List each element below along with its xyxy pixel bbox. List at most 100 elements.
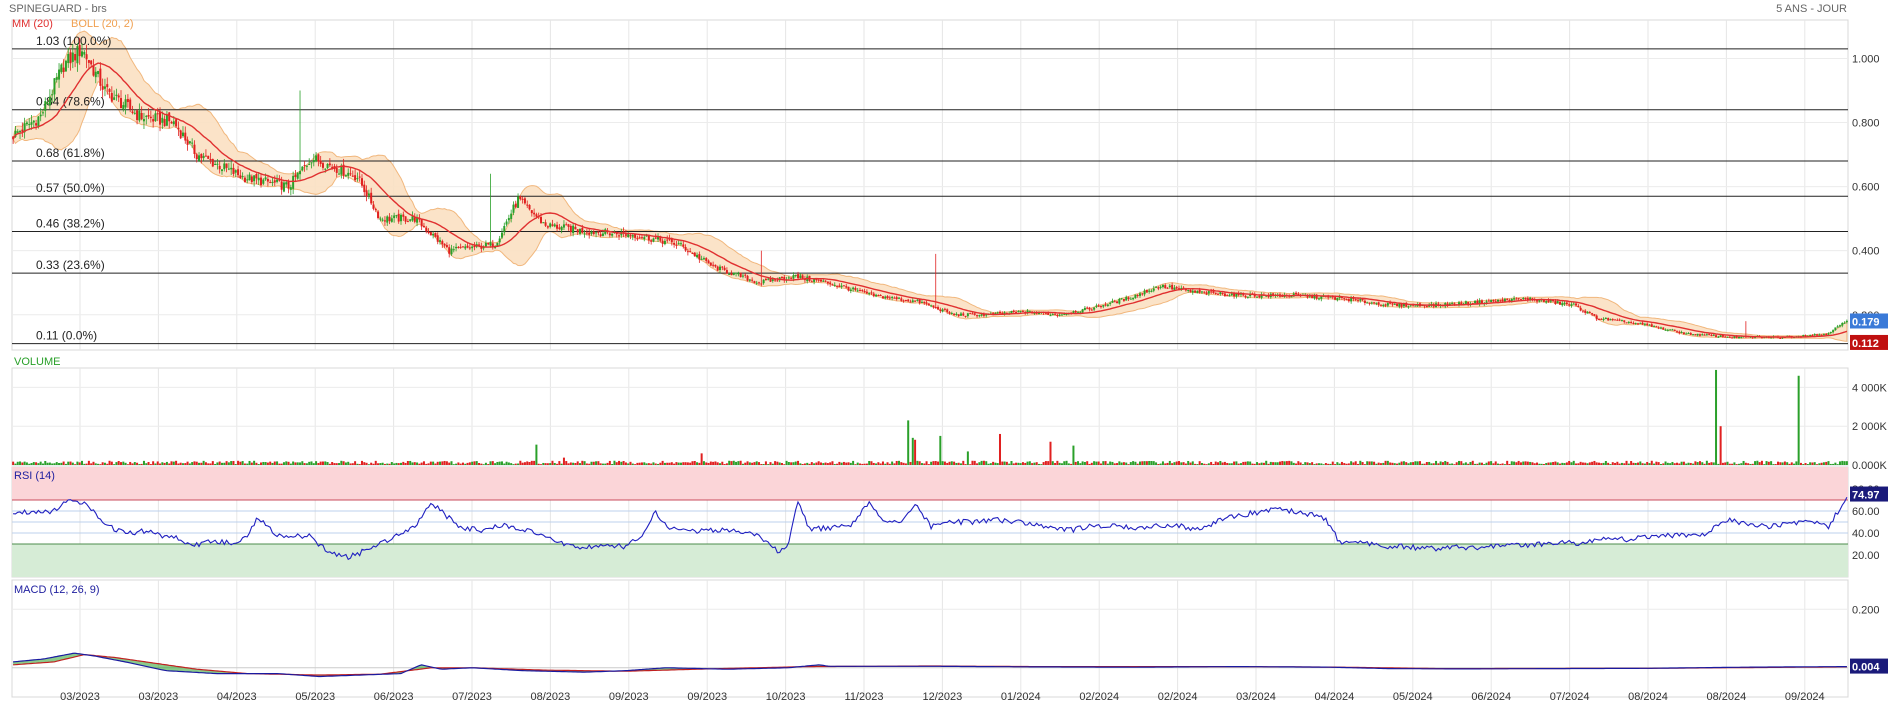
volume-bar xyxy=(1308,463,1311,465)
volume-bar xyxy=(1733,462,1736,465)
candle-body xyxy=(1196,290,1199,294)
volume-bar xyxy=(1425,462,1428,465)
volume-bar xyxy=(595,461,598,465)
volume-bar xyxy=(659,462,662,465)
candle-body xyxy=(140,112,143,120)
volume-bar xyxy=(193,461,196,465)
volume-bar xyxy=(904,463,907,465)
candle-body xyxy=(255,174,258,179)
candle-body xyxy=(611,233,614,236)
volume-bar xyxy=(257,464,260,465)
volume-bar xyxy=(1811,462,1814,465)
candle-body xyxy=(1561,303,1564,306)
volume-bar xyxy=(1233,461,1236,465)
candle-body xyxy=(1630,322,1633,324)
volume-bar xyxy=(698,462,701,465)
candle-body xyxy=(1223,293,1226,296)
candle-body xyxy=(1136,295,1139,297)
candle-body xyxy=(787,277,790,279)
volume-bar xyxy=(404,462,407,465)
volume-bar xyxy=(950,461,953,465)
candle-body xyxy=(60,64,63,73)
volume-bar xyxy=(480,463,483,465)
volume-bar xyxy=(1685,463,1688,465)
volume-bar xyxy=(1212,464,1215,465)
candle-body xyxy=(1320,296,1323,299)
volume-bar xyxy=(1643,463,1646,465)
volume-bar xyxy=(1191,461,1194,465)
candle-body xyxy=(44,101,47,111)
rsi-y-tick: 60.00 xyxy=(1852,506,1880,518)
volume-bar xyxy=(1267,463,1270,465)
x-tick-label: 05/2023 xyxy=(295,691,335,703)
volume-bar xyxy=(553,463,556,465)
volume-bar xyxy=(1653,463,1656,465)
volume-bar xyxy=(1474,463,1477,465)
candle-body xyxy=(943,308,946,310)
volume-bar xyxy=(1276,462,1279,465)
candle-body xyxy=(356,178,359,180)
volume-bar xyxy=(849,462,852,465)
candle-body xyxy=(1597,318,1600,320)
volume-bar xyxy=(966,451,969,465)
candle-body xyxy=(877,294,880,296)
volume-bar xyxy=(1526,461,1529,465)
candle-body xyxy=(868,292,871,295)
volume-bar xyxy=(1579,461,1582,465)
volume-bar xyxy=(1692,463,1695,465)
volume-bar xyxy=(1825,461,1828,465)
volume-bar xyxy=(1269,461,1272,465)
volume-bar xyxy=(569,462,572,465)
volume-bar xyxy=(725,463,728,465)
candle-body xyxy=(1375,302,1378,304)
candle-body xyxy=(188,141,191,144)
candle-body xyxy=(914,300,917,302)
volume-bar xyxy=(1487,461,1490,465)
volume-bar xyxy=(565,461,568,465)
candle-body xyxy=(790,277,793,279)
candle-body xyxy=(1836,326,1839,328)
volume-bar xyxy=(1818,463,1821,465)
volume-bar xyxy=(406,460,409,465)
volume-bar xyxy=(1786,462,1789,465)
volume-bar xyxy=(1226,462,1229,465)
volume-bar xyxy=(358,464,361,465)
volume-bar xyxy=(106,463,109,465)
volume-bar xyxy=(1368,461,1371,465)
period-label[interactable]: 5 ANS - JOUR xyxy=(1776,3,1847,15)
volume-bar xyxy=(1237,463,1240,465)
candle-body xyxy=(1173,287,1176,290)
candle-body xyxy=(1391,303,1394,305)
volume-bar xyxy=(544,463,547,465)
candle-body xyxy=(911,300,914,303)
volume-bar xyxy=(225,461,228,465)
volume-bar xyxy=(1549,462,1552,465)
volume-bar xyxy=(937,461,940,465)
candle-body xyxy=(652,238,655,242)
volume-bar xyxy=(611,464,614,465)
chart-stage: 03/2023 03/2023 04/2023 05/2023 06/2023 07/20… xyxy=(0,0,1891,705)
volume-bar xyxy=(1138,461,1141,465)
candle-body xyxy=(700,258,703,260)
volume-bar xyxy=(280,463,283,465)
candle-body xyxy=(1715,335,1718,337)
volume-bar xyxy=(783,464,786,465)
volume-bar xyxy=(271,462,274,465)
volume-bar xyxy=(1262,462,1265,465)
volume-bar xyxy=(785,460,788,465)
volume-bar xyxy=(53,463,56,465)
candle-body xyxy=(1524,297,1527,299)
stock-chart[interactable]: 03/2023 03/2023 04/2023 05/2023 06/2023 07/20… xyxy=(0,0,1891,705)
volume-bar xyxy=(211,461,214,465)
volume-bar xyxy=(80,460,83,465)
rsi-last-value: 74.97 xyxy=(1852,490,1880,502)
candle-body xyxy=(1095,305,1098,307)
volume-bar xyxy=(932,461,935,465)
candle-body xyxy=(289,187,292,190)
candle-body xyxy=(319,160,322,164)
volume-bar xyxy=(207,463,210,465)
candle-body xyxy=(202,155,205,159)
volume-bar xyxy=(1485,462,1488,465)
candle-body xyxy=(767,278,770,280)
volume-bar xyxy=(489,461,492,465)
